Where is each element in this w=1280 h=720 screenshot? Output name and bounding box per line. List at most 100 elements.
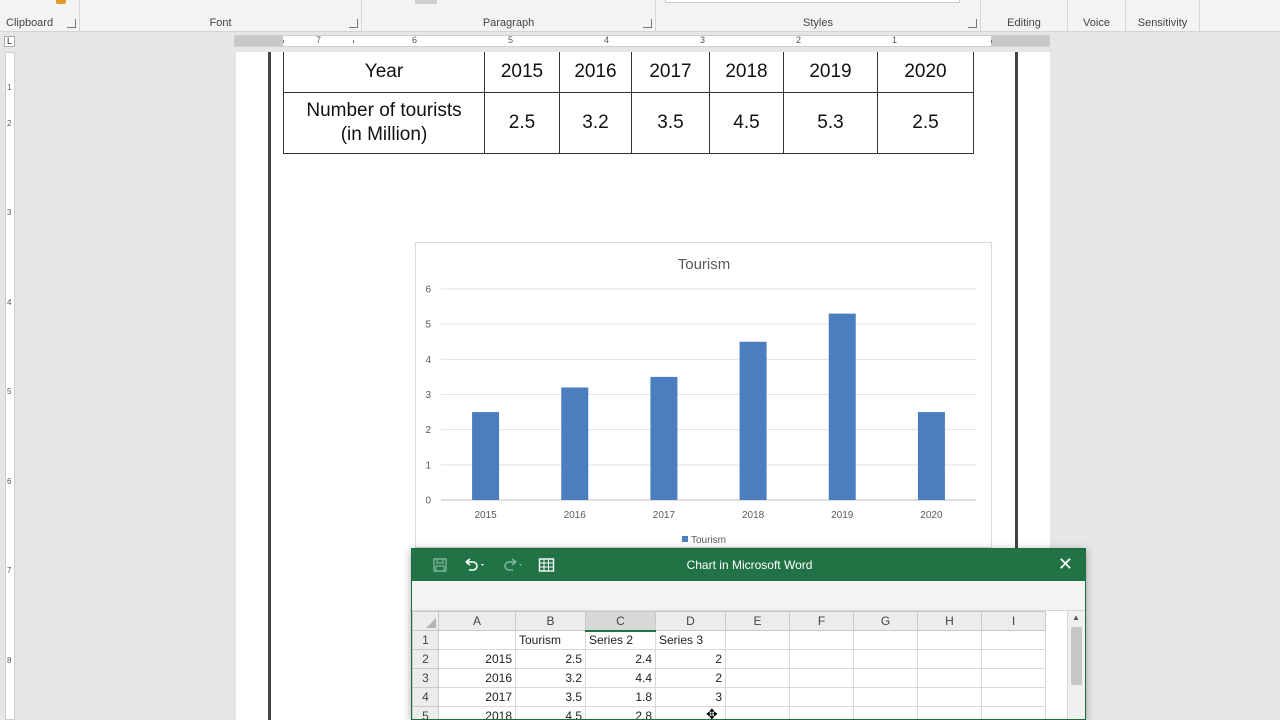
column-header[interactable]: B	[515, 611, 586, 631]
ruler-number: 2	[796, 35, 802, 45]
cell[interactable]	[917, 706, 982, 719]
cell[interactable]	[725, 706, 790, 719]
row-header[interactable]: 3	[412, 668, 439, 688]
column-header[interactable]: C	[585, 611, 656, 632]
vertical-ruler[interactable]: 1 2 3 4 5 6 7 8	[5, 52, 15, 720]
clipboard-launcher-icon[interactable]	[67, 19, 76, 28]
cell[interactable]: Series 3	[655, 630, 726, 650]
column-header[interactable]: I	[981, 611, 1046, 631]
cell[interactable]	[789, 630, 854, 650]
table-cell[interactable]: 2.5	[877, 91, 974, 154]
cell[interactable]: 2018	[438, 706, 516, 719]
table-cell[interactable]: 3.5	[631, 91, 710, 154]
right-indent-marker[interactable]	[991, 40, 992, 43]
cell[interactable]	[725, 687, 790, 707]
cell[interactable]	[853, 706, 918, 719]
cell[interactable]: 4.5	[515, 706, 586, 719]
cell[interactable]	[917, 687, 982, 707]
cell[interactable]	[789, 706, 854, 719]
row-header[interactable]: 1	[412, 630, 439, 650]
table-cell[interactable]: 2016	[559, 52, 632, 93]
cell[interactable]	[981, 649, 1046, 669]
cell[interactable]: 2	[655, 668, 726, 688]
cell[interactable]	[981, 687, 1046, 707]
column-header[interactable]: F	[789, 611, 854, 631]
cell[interactable]: 4.4	[585, 668, 656, 688]
table-cell[interactable]: 2019	[783, 52, 878, 93]
cell[interactable]: 2.8	[585, 706, 656, 719]
cell[interactable]: 2015	[438, 649, 516, 669]
spreadsheet-grid[interactable]: A B C D E F G H I 1 Tourism Series 2 Ser…	[412, 611, 1046, 719]
cell[interactable]	[438, 630, 516, 650]
cell[interactable]: 2016	[438, 668, 516, 688]
row-header[interactable]: 5	[412, 706, 439, 719]
hanging-indent-marker[interactable]	[353, 40, 354, 43]
cell[interactable]: Tourism	[515, 630, 586, 650]
cell[interactable]	[789, 687, 854, 707]
cell[interactable]	[789, 649, 854, 669]
cell[interactable]	[725, 630, 790, 650]
column-header[interactable]: H	[917, 611, 982, 631]
column-header[interactable]: D	[655, 611, 726, 631]
cell[interactable]	[981, 706, 1046, 719]
cell[interactable]	[917, 649, 982, 669]
select-all-corner[interactable]	[412, 611, 439, 631]
table-cell[interactable]: 4.5	[709, 91, 784, 154]
vertical-scrollbar[interactable]: ▲	[1067, 611, 1085, 719]
cell[interactable]: Series 2	[585, 630, 656, 650]
left-indent-marker[interactable]	[283, 40, 284, 43]
ribbon-group-editing: Editing	[981, 0, 1068, 32]
cell[interactable]	[853, 687, 918, 707]
tourism-table[interactable]: Year 2015 2016 2017 2018 2019 2020 Numbe…	[283, 52, 974, 154]
bar	[828, 313, 856, 500]
legend-swatch	[682, 536, 688, 542]
cell[interactable]: 2.5	[515, 649, 586, 669]
formula-bar[interactable]	[412, 581, 1085, 611]
scroll-thumb[interactable]	[1071, 627, 1082, 685]
ruler-right-margin	[991, 36, 1049, 46]
cell[interactable]	[853, 649, 918, 669]
row-header[interactable]: 4	[412, 687, 439, 707]
table-cell[interactable]: Year	[283, 52, 485, 93]
cell[interactable]: 3	[655, 687, 726, 707]
table-cell[interactable]: 2018	[709, 52, 784, 93]
font-launcher-icon[interactable]	[349, 19, 358, 28]
cell[interactable]: 1.8	[585, 687, 656, 707]
table-cell[interactable]: 2020	[877, 52, 974, 93]
paragraph-launcher-icon[interactable]	[643, 19, 652, 28]
cell[interactable]: 2017	[438, 687, 516, 707]
chart-data-titlebar[interactable]: Chart in Microsoft Word ✕	[412, 549, 1085, 581]
cell[interactable]	[917, 630, 982, 650]
table-cell[interactable]: 5.3	[783, 91, 878, 154]
row-header[interactable]: 2	[412, 649, 439, 669]
legend-label: Tourism	[691, 535, 726, 546]
table-cell[interactable]: 2.5	[484, 91, 560, 154]
cell[interactable]	[981, 630, 1046, 650]
table-cell[interactable]: 2017	[631, 52, 710, 93]
table-cell[interactable]: 3.2	[559, 91, 632, 154]
cell[interactable]	[853, 630, 918, 650]
chart-data-window[interactable]: Chart in Microsoft Word ✕ A B C D E F G …	[411, 548, 1086, 720]
cell[interactable]: 3.2	[515, 668, 586, 688]
cell[interactable]	[725, 649, 790, 669]
cell[interactable]: 2	[655, 649, 726, 669]
column-header-row: A B C D E F G H I	[412, 611, 1046, 632]
chart-area[interactable]: Tourism 0 1 2 3 4 5 6 2015 2016 2017 2018 2019 2020 To…	[415, 242, 992, 548]
cell[interactable]	[853, 668, 918, 688]
cell[interactable]: 3.5	[515, 687, 586, 707]
cell[interactable]	[789, 668, 854, 688]
cell[interactable]	[917, 668, 982, 688]
column-header[interactable]: G	[853, 611, 918, 631]
styles-launcher-icon[interactable]	[968, 19, 977, 28]
close-icon[interactable]: ✕	[1058, 555, 1073, 573]
scroll-up-icon[interactable]: ▲	[1072, 613, 1080, 622]
tab-selector[interactable]: L	[4, 36, 15, 47]
cell[interactable]: 2.4	[585, 649, 656, 669]
cell[interactable]	[981, 668, 1046, 688]
column-header[interactable]: A	[438, 611, 516, 631]
column-header[interactable]: E	[725, 611, 790, 631]
table-cell[interactable]: Number of tourists (in Million)	[283, 91, 485, 154]
table-cell[interactable]: 2015	[484, 52, 560, 93]
cell[interactable]	[725, 668, 790, 688]
horizontal-ruler[interactable]: 7 6 5 4 3 2 1	[234, 35, 1050, 47]
